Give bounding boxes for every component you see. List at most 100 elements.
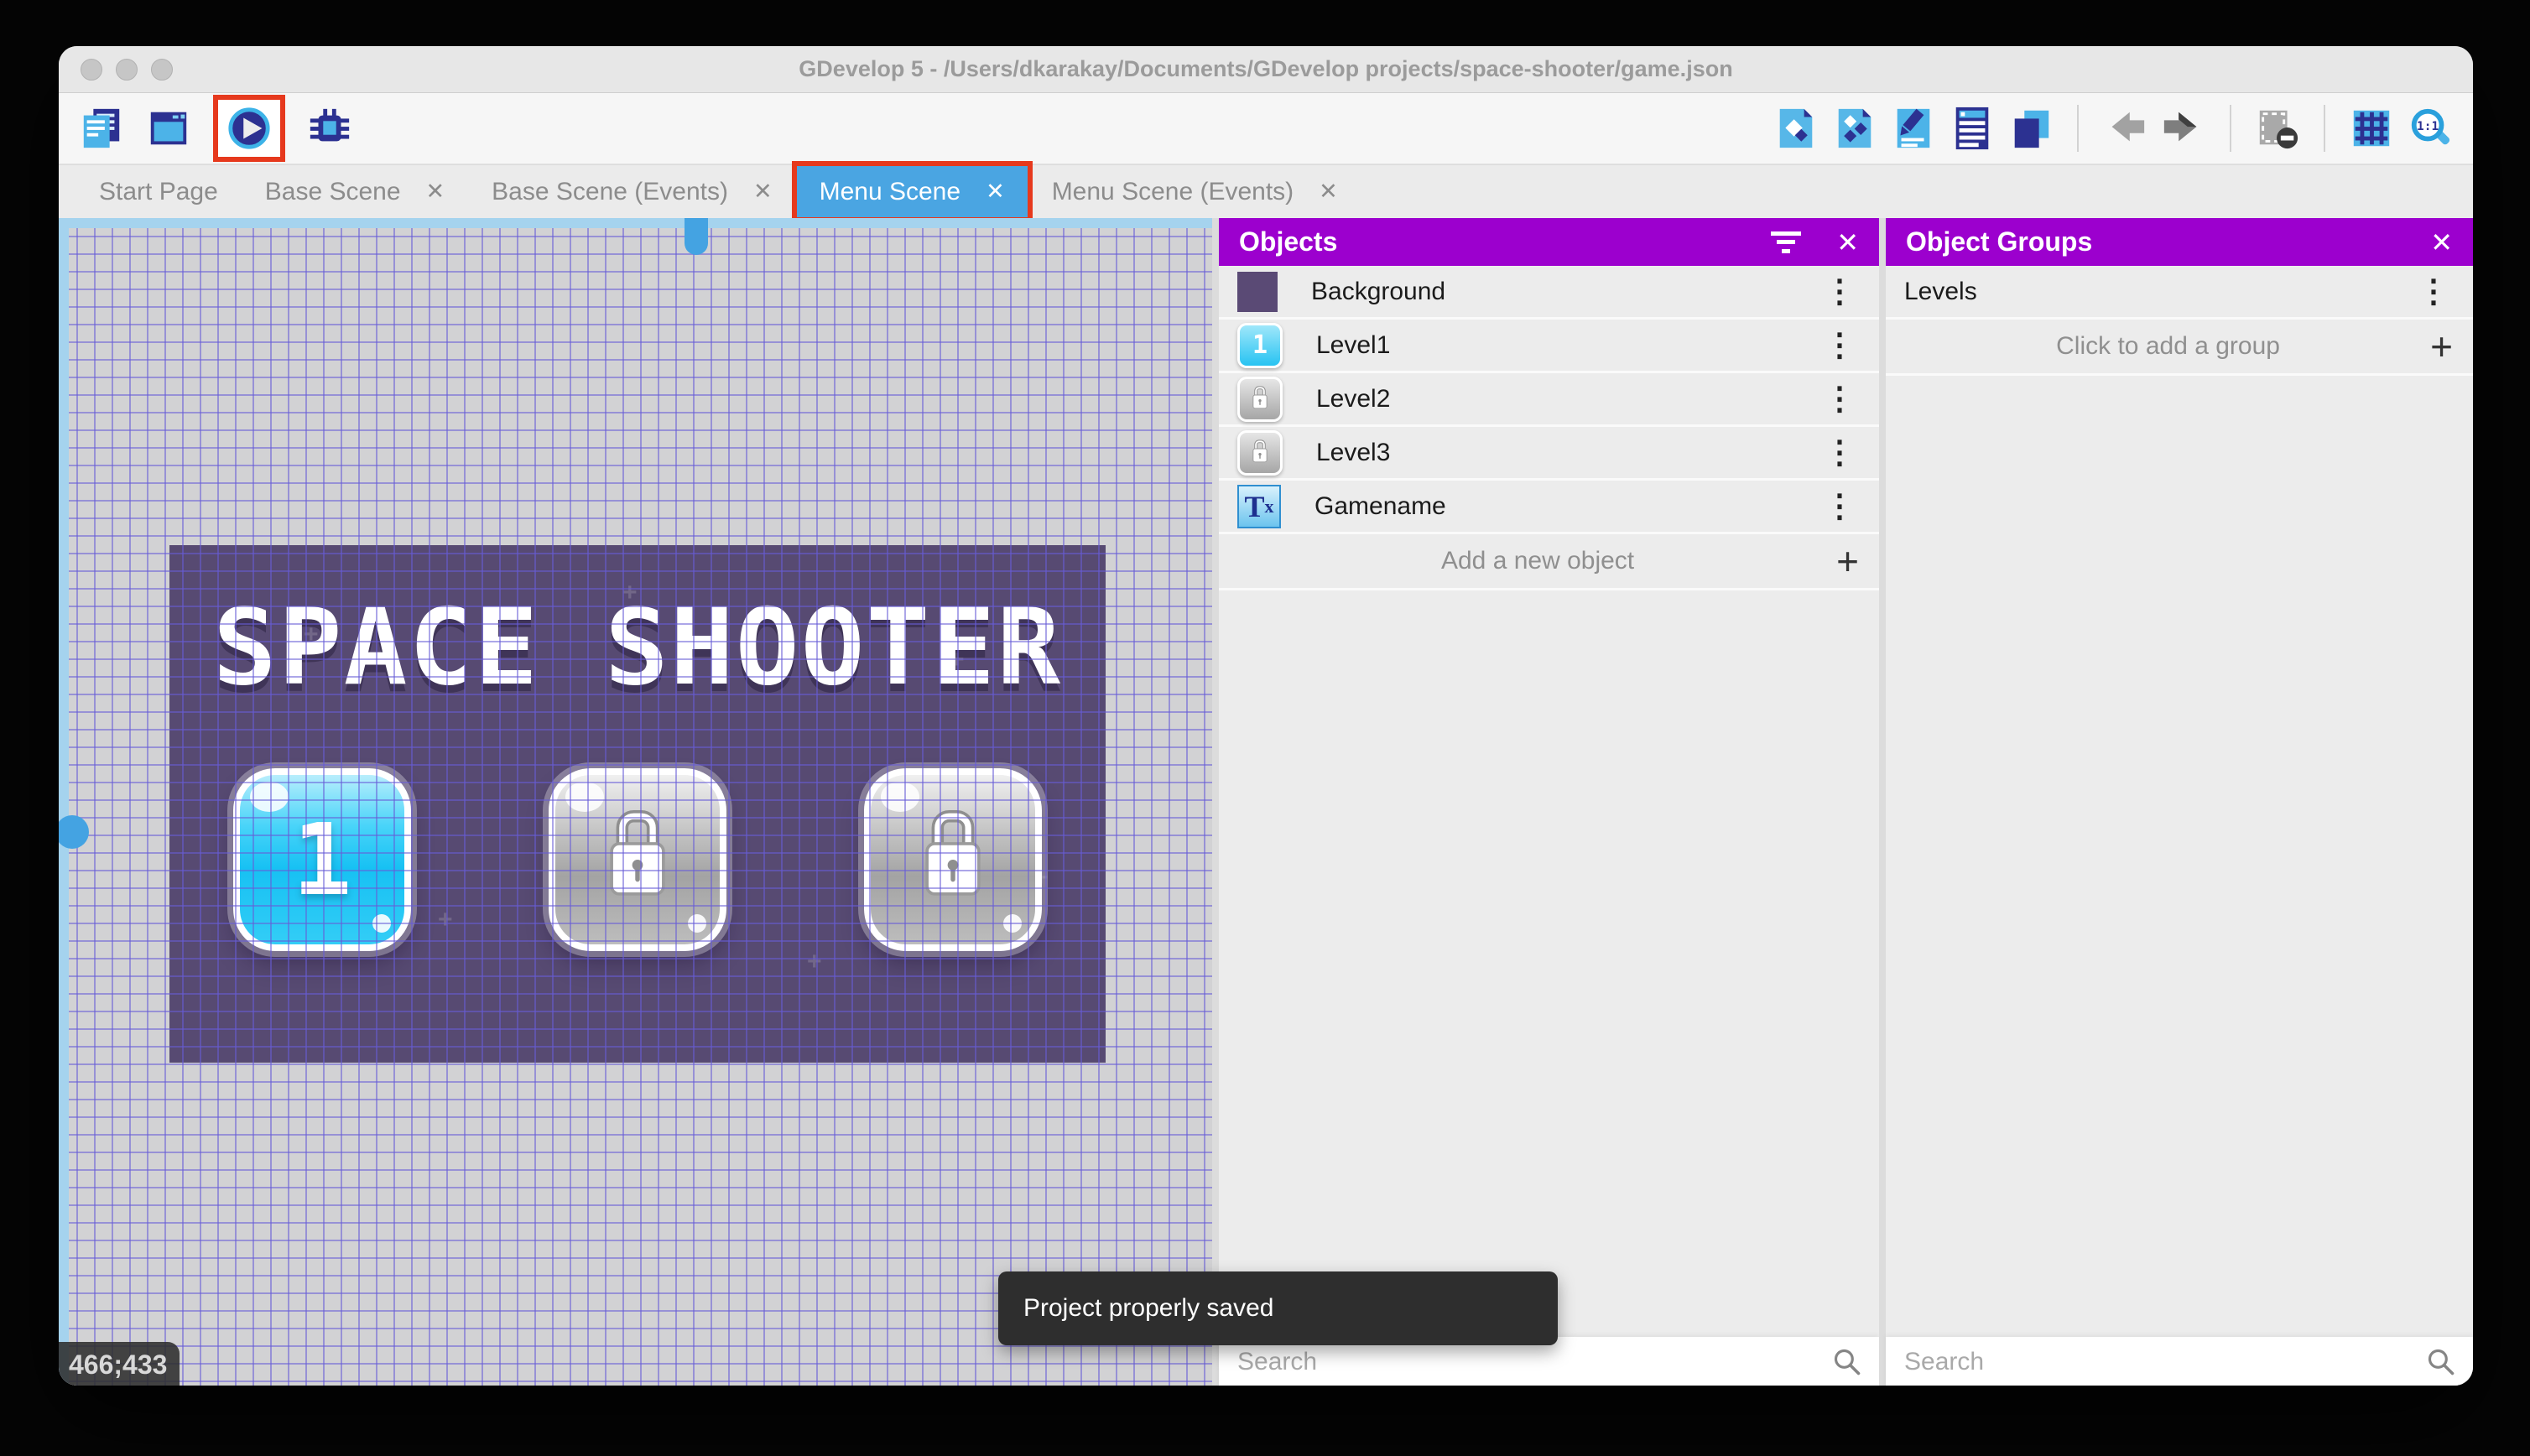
layers-panel-button[interactable] (2008, 106, 2054, 151)
objects-panel: Objects ✕ Background ⋮ 1 Level1 ⋮ Level2… (1219, 218, 1879, 1386)
add-object-row[interactable]: Add a new object + (1219, 534, 1879, 590)
toolbar-separator (2230, 105, 2231, 152)
zoom-options-button[interactable]: 1:1 (2408, 106, 2453, 151)
maximize-window-button[interactable] (151, 58, 173, 81)
zoom-one-to-one-icon: 1:1 (2411, 108, 2450, 145)
main-area: SPACE SHOOTER 1 (59, 218, 2473, 1386)
object-row-background[interactable]: Background ⋮ (1219, 266, 1879, 320)
instances-list-icon (1955, 107, 1989, 150)
toolbar-separator (2324, 105, 2325, 152)
redo-icon (2163, 112, 2197, 142)
object-row-level1[interactable]: 1 Level1 ⋮ (1219, 320, 1879, 373)
object-menu-button[interactable]: ⋮ (1819, 273, 1861, 310)
groups-search-bar (1886, 1337, 2473, 1386)
properties-panel-button[interactable] (1891, 106, 1936, 151)
traffic-lights (81, 46, 173, 92)
tab-close-icon[interactable]: ✕ (753, 179, 773, 205)
tab-label: Menu Scene (Events) (1051, 177, 1294, 205)
undo-button[interactable] (2102, 106, 2147, 151)
add-group-plus-icon[interactable]: + (2430, 327, 2453, 366)
level3-button-instance[interactable] (864, 768, 1042, 951)
object-menu-button[interactable]: ⋮ (1819, 487, 1861, 525)
filter-icon[interactable] (1771, 231, 1802, 253)
main-toolbar: 1:1 (59, 93, 2473, 164)
layers-icon (2014, 110, 2049, 148)
search-icon (1834, 1349, 1861, 1375)
objects-search-input[interactable] (1236, 1347, 1832, 1377)
object-groups-panel-title: Object Groups (1906, 226, 2093, 257)
window-title: GDevelop 5 - /Users/dkarakay/Documents/G… (799, 56, 1733, 81)
object-menu-button[interactable]: ⋮ (1819, 434, 1861, 471)
star-speck (807, 948, 822, 976)
object-icon (1779, 108, 1813, 148)
tab-menu-scene[interactable]: Menu Scene ✕ (791, 161, 1033, 222)
play-icon (228, 107, 270, 149)
object-row-level2[interactable]: Level2 ⋮ (1219, 373, 1879, 427)
level1-button-instance[interactable]: 1 (233, 768, 411, 951)
redo-button[interactable] (2161, 106, 2206, 151)
object-thumbnail-background (1237, 271, 1278, 312)
properties-icon (1897, 108, 1930, 148)
panel-divider[interactable] (1212, 218, 1219, 1386)
object-groups-panel-button[interactable] (1832, 106, 1877, 151)
tab-close-icon[interactable]: ✕ (986, 179, 1005, 205)
object-row-gamename[interactable]: Tx Gamename ⋮ (1219, 481, 1879, 534)
tab-close-icon[interactable]: ✕ (1319, 179, 1338, 205)
close-panel-icon[interactable]: ✕ (2430, 226, 2453, 258)
add-group-row[interactable]: Click to add a group + (1886, 320, 2473, 376)
group-menu-button[interactable]: ⋮ (2413, 273, 2455, 310)
debugger-icon (310, 108, 350, 142)
project-manager-button[interactable] (79, 106, 124, 151)
toolbar-separator (2077, 105, 2079, 152)
tab-label: Menu Scene (819, 177, 961, 205)
group-row-levels[interactable]: Levels ⋮ (1886, 266, 2473, 320)
tab-close-icon[interactable]: ✕ (426, 179, 445, 205)
screenshot-background: GDevelop 5 - /Users/dkarakay/Documents/G… (0, 0, 2530, 1456)
panel-divider[interactable] (1879, 218, 1886, 1386)
tab-start-page[interactable]: Start Page (75, 165, 242, 218)
toggle-mask-button[interactable] (2255, 106, 2300, 151)
objects-panel-title: Objects (1239, 226, 1338, 257)
level1-digit: 1 (292, 802, 352, 918)
close-panel-icon[interactable]: ✕ (1836, 226, 1859, 258)
minimize-window-button[interactable] (116, 58, 138, 81)
object-thumbnail-gamename: Tx (1237, 484, 1281, 528)
tab-label: Start Page (99, 177, 218, 205)
vertical-scrollbar[interactable] (59, 218, 89, 1386)
tab-base-scene-events[interactable]: Base Scene (Events) ✕ (468, 165, 795, 218)
mask-icon (2259, 110, 2298, 149)
game-title-instance[interactable]: SPACE SHOOTER (169, 585, 1106, 709)
scene-editor-canvas[interactable]: SPACE SHOOTER 1 (59, 218, 1212, 1386)
tab-label: Base Scene (264, 177, 401, 205)
object-row-level3[interactable]: Level3 ⋮ (1219, 427, 1879, 481)
cursor-coordinates: 466;433 (59, 1342, 180, 1386)
titlebar: GDevelop 5 - /Users/dkarakay/Documents/G… (59, 46, 2473, 93)
search-icon (2428, 1349, 2455, 1375)
horizontal-scroll-handle[interactable] (685, 218, 708, 255)
background-instance[interactable]: SPACE SHOOTER 1 (169, 545, 1106, 1063)
lock-icon (610, 810, 665, 896)
objects-panel-header: Objects ✕ (1219, 218, 1879, 266)
level2-button-instance[interactable] (549, 768, 726, 951)
toolbar-left-group (79, 95, 352, 162)
object-groups-empty-space (1886, 376, 2473, 1337)
scene-window-button[interactable] (146, 106, 191, 151)
tab-base-scene[interactable]: Base Scene ✕ (242, 165, 468, 218)
scene-window-icon (150, 112, 187, 145)
horizontal-scrollbar[interactable] (59, 218, 1212, 255)
groups-search-input[interactable] (1903, 1347, 2426, 1377)
close-window-button[interactable] (81, 58, 102, 81)
add-object-plus-icon[interactable]: + (1836, 542, 1859, 580)
toggle-grid-button[interactable] (2349, 106, 2394, 151)
debugger-button[interactable] (307, 106, 352, 151)
object-menu-button[interactable]: ⋮ (1819, 326, 1861, 364)
object-menu-button[interactable]: ⋮ (1819, 380, 1861, 418)
launch-preview-button[interactable] (226, 106, 272, 151)
vertical-scroll-handle[interactable] (59, 815, 89, 849)
tab-menu-scene-events[interactable]: Menu Scene (Events) ✕ (1028, 165, 1361, 218)
objects-panel-button[interactable] (1773, 106, 1819, 151)
undo-icon (2111, 112, 2145, 142)
instances-list-panel-button[interactable] (1950, 106, 1995, 151)
lock-icon (1252, 439, 1268, 462)
level-buttons-row: 1 (169, 768, 1106, 951)
